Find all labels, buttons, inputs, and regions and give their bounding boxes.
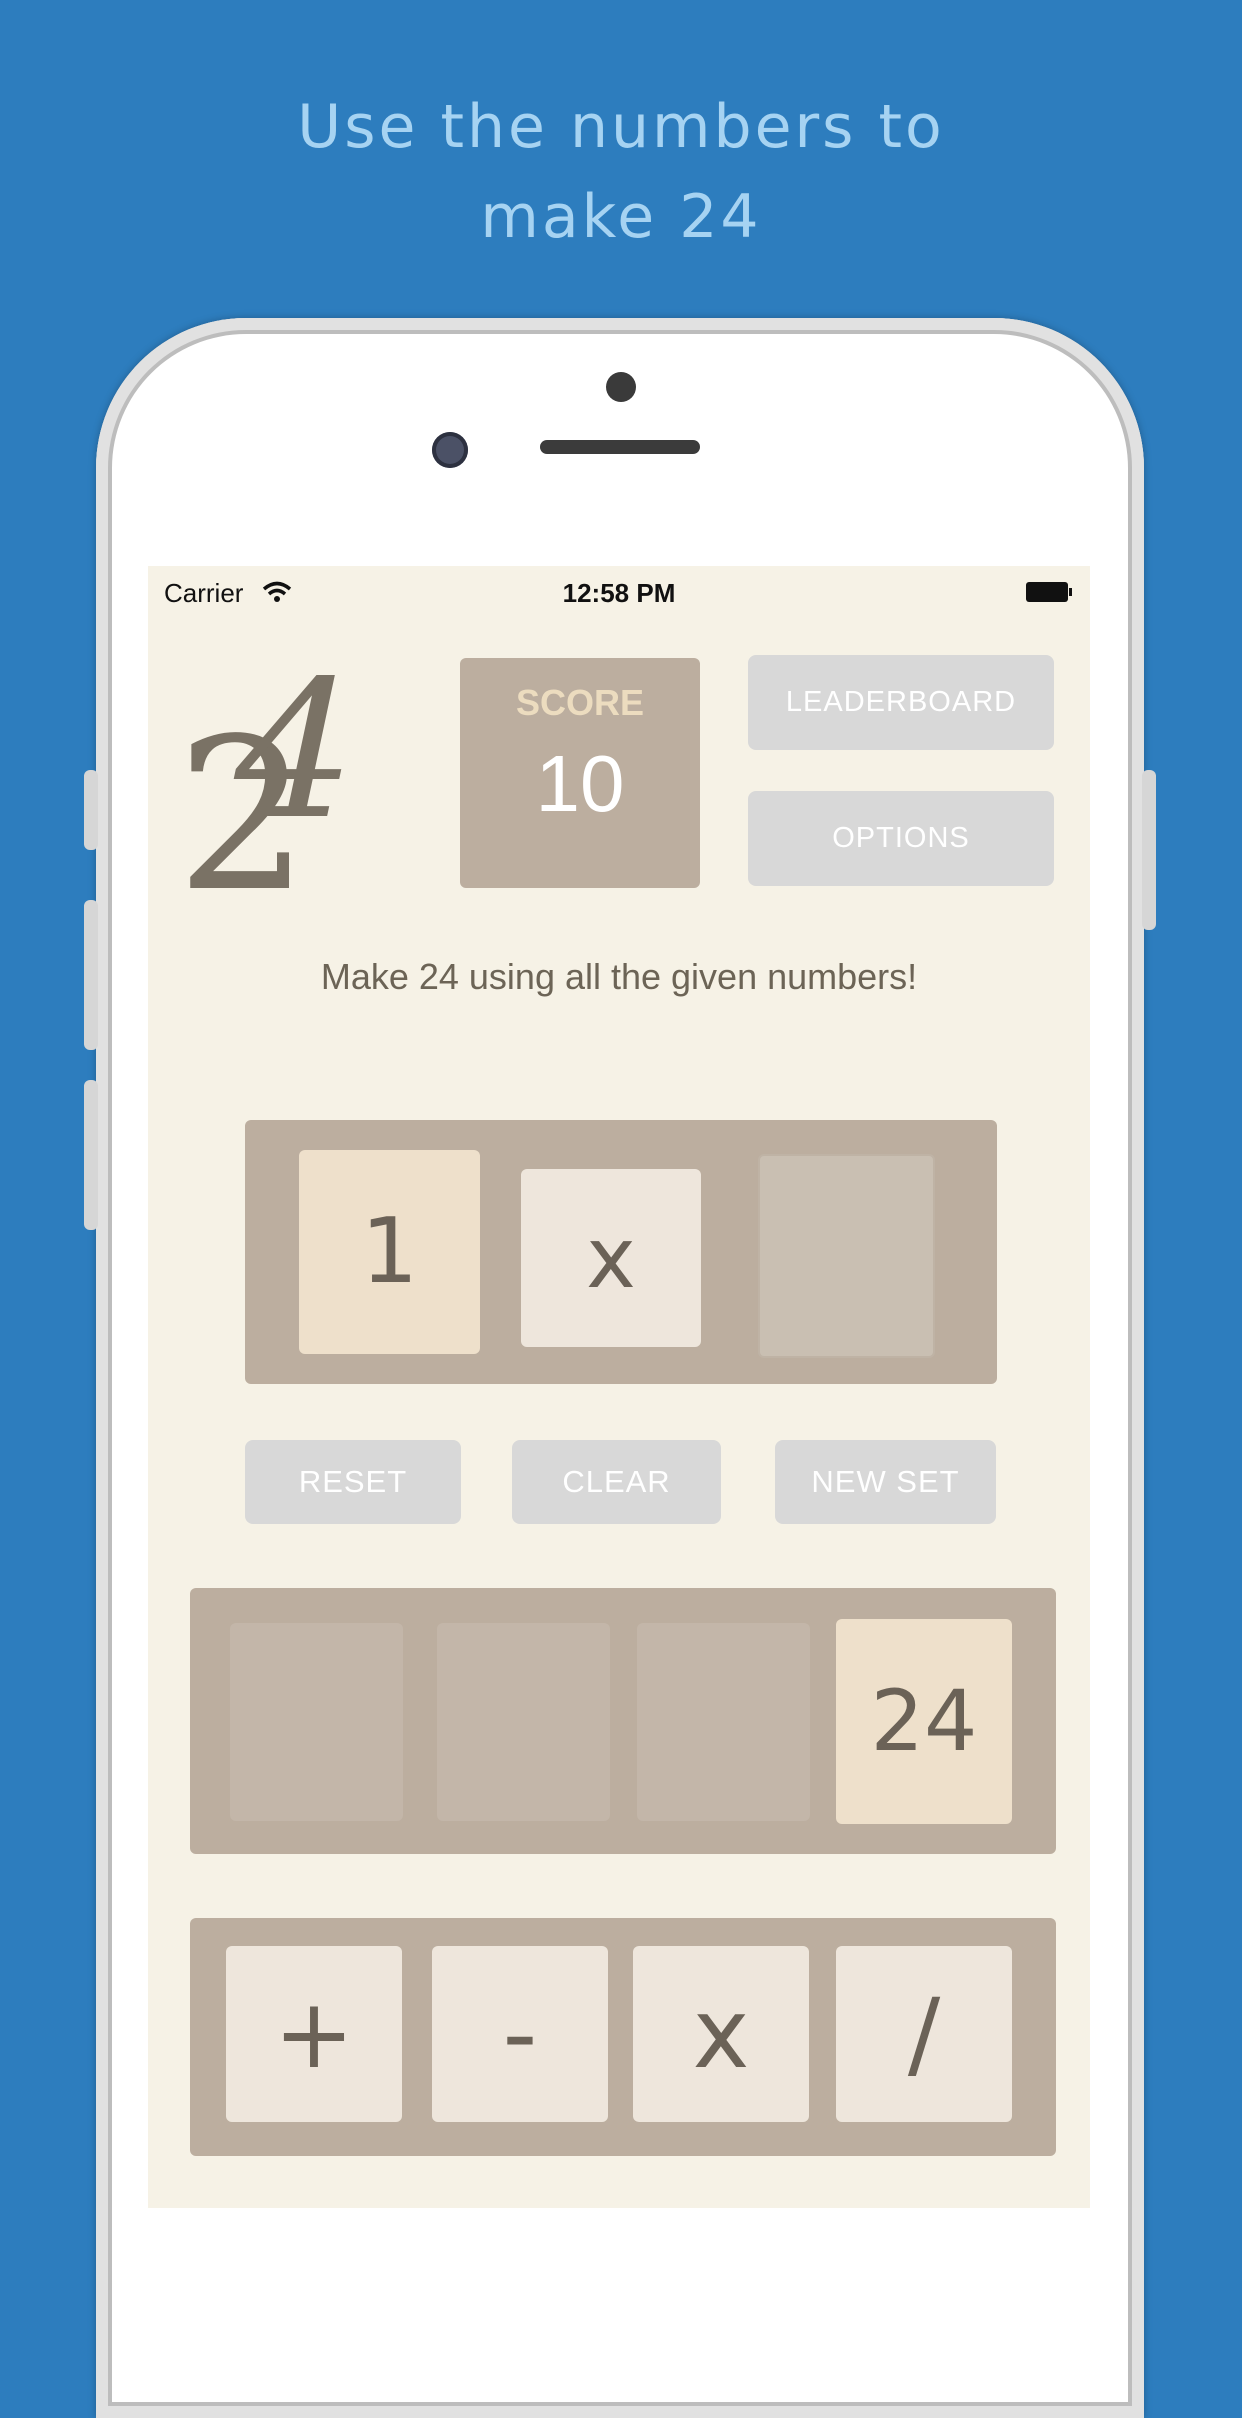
minus-operator-button[interactable]: - bbox=[432, 1946, 608, 2122]
reset-button[interactable]: RESET bbox=[245, 1440, 461, 1524]
status-time: 12:58 PM bbox=[562, 578, 676, 608]
new-set-button[interactable]: NEW SET bbox=[775, 1440, 996, 1524]
headline-line-2: make 24 bbox=[480, 182, 762, 252]
operators-panel: + - x / bbox=[190, 1918, 1056, 2156]
headline-line-1: Use the numbers to bbox=[297, 92, 945, 162]
multiply-operator-button[interactable]: x bbox=[633, 1946, 809, 2122]
app-screen: Carrier 12:58 PM 2 4 SCORE 10 LEADERBOAR… bbox=[148, 566, 1090, 2208]
number-tile-2[interactable] bbox=[437, 1623, 610, 1821]
app-logo: 2 4 bbox=[176, 656, 378, 896]
leaderboard-button[interactable]: LEADERBOARD bbox=[748, 655, 1054, 750]
proximity-sensor bbox=[606, 372, 636, 402]
expression-slot-first-number[interactable]: 1 bbox=[299, 1150, 480, 1354]
logo-digit-4: 4 bbox=[210, 656, 378, 861]
expression-slot-second-number[interactable] bbox=[758, 1154, 935, 1358]
mute-switch bbox=[84, 770, 98, 850]
power-button bbox=[1142, 770, 1156, 930]
clear-button[interactable]: CLEAR bbox=[512, 1440, 721, 1524]
front-camera bbox=[432, 432, 468, 468]
score-label: SCORE bbox=[515, 682, 645, 723]
divide-operator-button[interactable]: / bbox=[836, 1946, 1012, 2122]
options-button[interactable]: OPTIONS bbox=[748, 791, 1054, 886]
headline: Use the numbers to make 24 bbox=[0, 82, 1242, 262]
volume-button bbox=[84, 1080, 98, 1230]
expression-panel: 1 x bbox=[245, 1120, 997, 1384]
number-tile-3[interactable] bbox=[637, 1623, 810, 1821]
number-tile-4[interactable]: 24 bbox=[836, 1619, 1012, 1824]
status-bar: Carrier 12:58 PM bbox=[148, 566, 1090, 616]
plus-operator-button[interactable]: + bbox=[226, 1946, 402, 2122]
instruction-text: Make 24 using all the given numbers! bbox=[320, 956, 918, 997]
score-box: SCORE 10 bbox=[460, 658, 700, 888]
battery-icon bbox=[1026, 582, 1072, 602]
score-value: 10 bbox=[535, 739, 625, 828]
earpiece-speaker bbox=[540, 440, 700, 454]
number-tile-1[interactable] bbox=[230, 1623, 403, 1821]
expression-slot-operator[interactable]: x bbox=[521, 1169, 701, 1347]
numbers-panel: 24 bbox=[190, 1588, 1056, 1854]
volume-button bbox=[84, 900, 98, 1050]
